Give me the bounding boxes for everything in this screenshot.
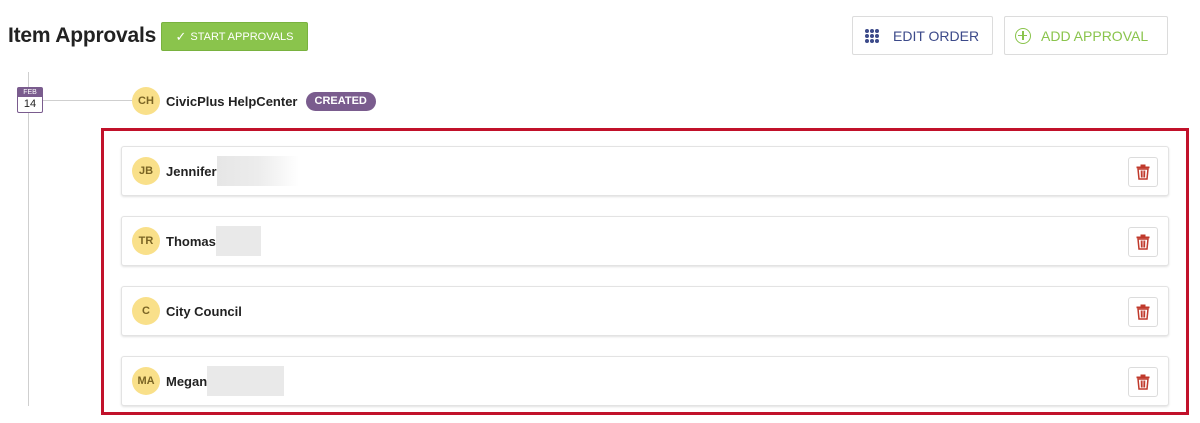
avatar: TR bbox=[132, 227, 160, 255]
plus-circle-icon bbox=[1015, 27, 1031, 44]
edit-order-button[interactable]: EDIT ORDER bbox=[852, 16, 993, 55]
avatar: MA bbox=[132, 367, 160, 395]
add-approval-label: ADD APPROVAL bbox=[1041, 27, 1149, 44]
delete-approver-button[interactable] bbox=[1128, 227, 1158, 257]
redacted-text bbox=[216, 156, 299, 186]
approver-name: Thomas bbox=[166, 233, 216, 249]
approver-name: City Council bbox=[166, 303, 242, 319]
page-title: Item Approvals bbox=[8, 24, 157, 47]
approver-card: TR Thomas bbox=[121, 216, 1169, 266]
trash-icon bbox=[1136, 374, 1150, 390]
add-approval-button[interactable]: ADD APPROVAL bbox=[1004, 16, 1168, 55]
start-approvals-label: START APPROVALS bbox=[190, 30, 294, 43]
edit-order-label: EDIT ORDER bbox=[893, 27, 980, 44]
redacted-text bbox=[215, 226, 261, 256]
timeline-line bbox=[28, 72, 29, 406]
header: Item Approvals ✓ START APPROVALS EDIT OR… bbox=[0, 0, 1200, 72]
delete-approver-button[interactable] bbox=[1128, 297, 1158, 327]
approver-card: C City Council bbox=[121, 286, 1169, 336]
grid-dots-icon bbox=[865, 28, 879, 43]
date-month: FEB bbox=[18, 88, 42, 97]
avatar: JB bbox=[132, 157, 160, 185]
date-badge: FEB 14 bbox=[17, 87, 43, 113]
approver-card: JB Jennifer bbox=[121, 146, 1169, 196]
approver-card: MA Megan bbox=[121, 356, 1169, 406]
start-approvals-button[interactable]: ✓ START APPROVALS bbox=[161, 22, 308, 51]
delete-approver-button[interactable] bbox=[1128, 367, 1158, 397]
approver-name: Jennifer bbox=[166, 163, 217, 179]
status-badge: CREATED bbox=[305, 91, 376, 111]
avatar: C bbox=[132, 297, 160, 325]
trash-icon bbox=[1136, 234, 1150, 250]
avatar: CH bbox=[132, 87, 160, 115]
trash-icon bbox=[1136, 164, 1150, 180]
delete-approver-button[interactable] bbox=[1128, 157, 1158, 187]
check-icon: ✓ bbox=[175, 29, 187, 44]
redacted-text bbox=[207, 366, 285, 396]
approver-name: Megan bbox=[166, 373, 208, 389]
trash-icon bbox=[1136, 304, 1150, 320]
creator-name: CivicPlus HelpCenter bbox=[166, 93, 298, 109]
creator-row: CH CivicPlus HelpCenter CREATED bbox=[132, 87, 376, 115]
date-day: 14 bbox=[23, 98, 37, 110]
timeline-branch bbox=[42, 100, 134, 101]
